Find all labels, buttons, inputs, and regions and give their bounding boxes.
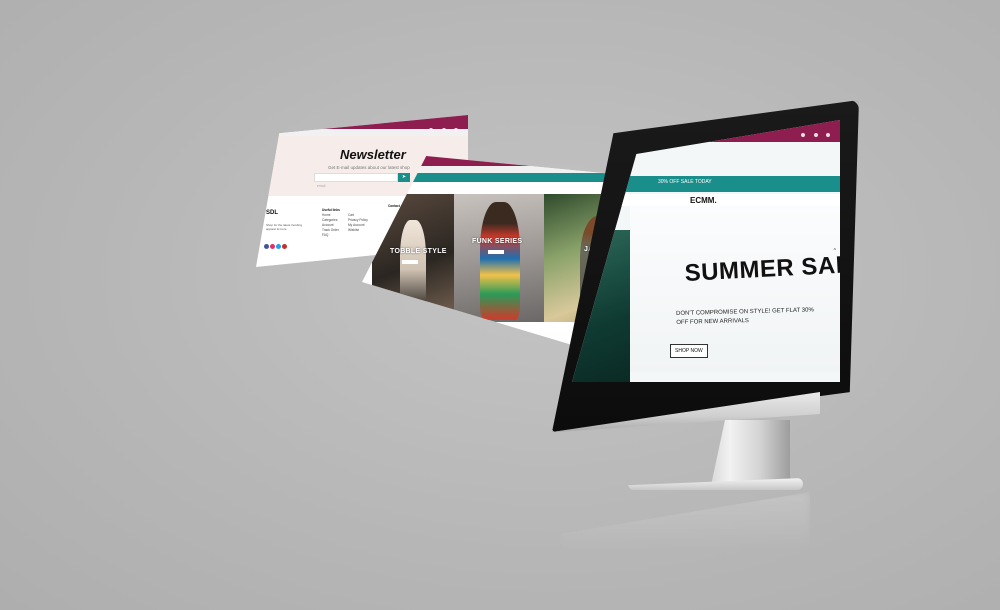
chevron-up-icon[interactable]: ^	[834, 248, 836, 254]
close-icon[interactable]	[826, 133, 830, 137]
footer-logo: SDL	[266, 210, 278, 216]
footer-column-heading: Contact	[388, 204, 400, 208]
shop-now-button[interactable]: SHOP NOW	[670, 344, 708, 358]
category-caption: FUNK SERIES	[472, 238, 523, 245]
maximize-icon[interactable]	[813, 133, 818, 137]
category-card-funk[interactable]: FUNK SERIES	[454, 194, 544, 322]
footer-link[interactable]: FAQ	[322, 233, 340, 238]
model-photo	[400, 220, 426, 310]
shop-button[interactable]	[402, 260, 418, 264]
category-caption: TOBBLE STYLE	[390, 248, 447, 255]
newsletter-title: Newsletter	[340, 147, 406, 162]
facebook-icon[interactable]	[264, 244, 269, 249]
footer-column-account: Cart Privacy Policy My Account Wishlist	[348, 213, 368, 233]
social-links	[264, 236, 288, 254]
twitter-icon[interactable]	[276, 244, 281, 249]
minimize-icon[interactable]	[801, 133, 806, 137]
newsletter-hint: Get E-mail updates about our latest shop	[328, 165, 410, 170]
promo-text: 30% OFF SALE TODAY	[658, 179, 712, 185]
browser-controls[interactable]	[797, 124, 830, 142]
floor-reflection	[560, 492, 810, 552]
footer-column-contact: Contact	[388, 204, 400, 209]
footer-link[interactable]: Wishlist	[348, 228, 368, 233]
model-photo	[480, 202, 520, 320]
youtube-icon[interactable]	[282, 244, 287, 249]
email-placeholder: email	[317, 184, 326, 188]
address-bar[interactable]	[256, 129, 468, 136]
email-field[interactable]: email	[314, 173, 398, 188]
brand-logo[interactable]: ECMM.	[690, 196, 717, 205]
carousel-dots[interactable]: • • • • • • •	[386, 330, 433, 336]
mockup-scene: Newsletter Get E-mail updates about our …	[0, 0, 1000, 610]
instagram-icon[interactable]	[270, 244, 275, 249]
footer-column-links: Useful links Home Categories Account Tra…	[322, 208, 340, 238]
browser-tab-bar	[256, 115, 468, 132]
send-arrow-icon[interactable]: ➤	[398, 173, 410, 182]
hero-banner	[630, 206, 840, 372]
footer-text: Shop for the latest trending apparel & m…	[266, 223, 303, 231]
shop-button[interactable]	[488, 250, 504, 254]
